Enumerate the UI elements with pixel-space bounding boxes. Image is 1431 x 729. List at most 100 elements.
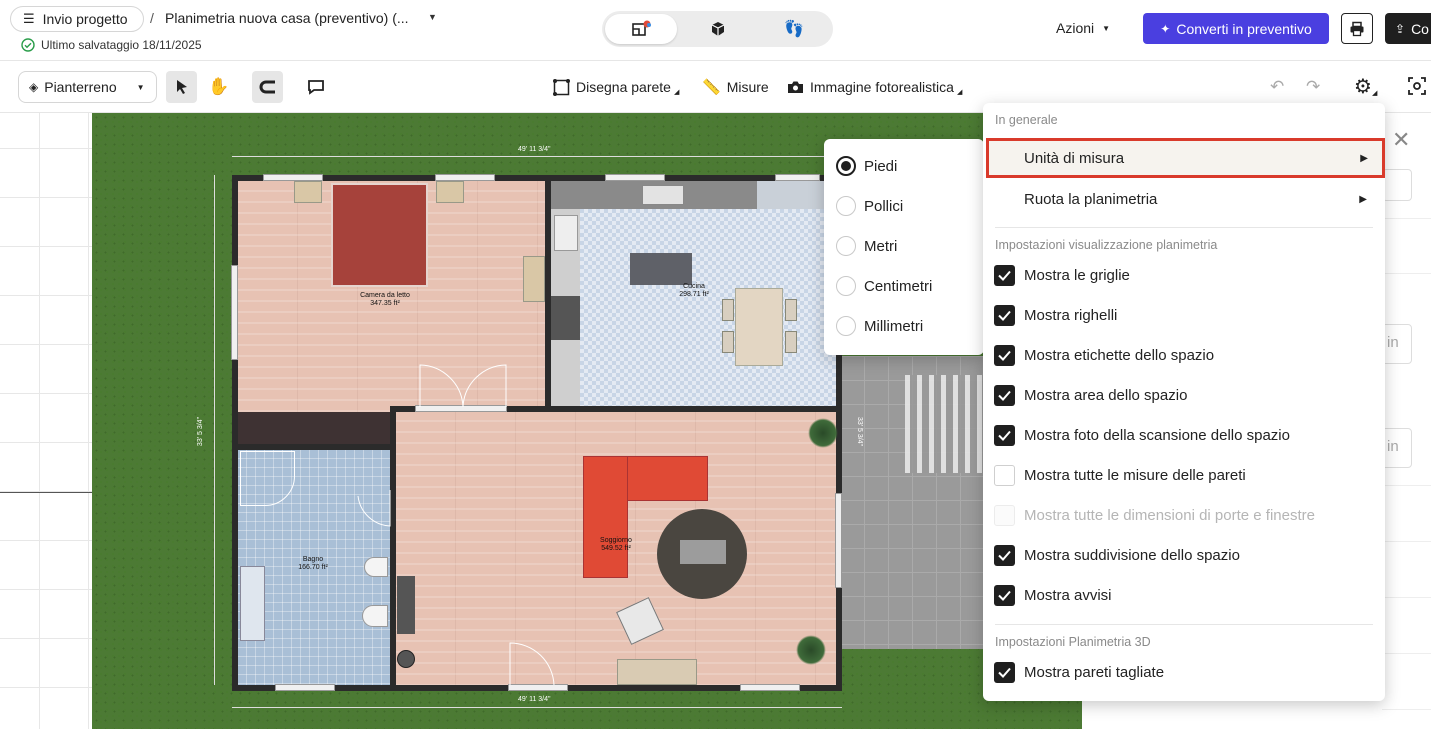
option-label: Mostra righelli bbox=[1024, 306, 1118, 324]
ruler-line bbox=[0, 492, 92, 493]
unit-suffix: in bbox=[1387, 334, 1399, 351]
unit-option-label: Pollici bbox=[864, 198, 904, 215]
draw-wall-label: Disegna parete bbox=[576, 79, 671, 95]
magnet-icon bbox=[259, 80, 275, 94]
option-show-scan-photos[interactable]: Mostra foto della scansione dello spazio bbox=[983, 415, 1385, 455]
nightstand bbox=[294, 181, 322, 203]
floor-selector[interactable]: ◈ Pianterreno ▼ bbox=[18, 71, 157, 103]
dimension-left: 33' 5 3/4" bbox=[197, 416, 205, 447]
pan-tool-button[interactable]: ✋ bbox=[205, 71, 233, 103]
checkbox-checked[interactable] bbox=[994, 661, 1015, 683]
option-show-cut-walls[interactable]: Mostra pareti tagliate bbox=[983, 652, 1385, 692]
rotate-plan-menu-item[interactable]: Ruota la planimetria ▶ bbox=[983, 179, 1385, 219]
printer-icon bbox=[1350, 21, 1364, 36]
convert-to-quote-button[interactable]: ✦ Converti in preventivo bbox=[1143, 13, 1329, 44]
section-display-heading: Impostazioni visualizzazione planimetria bbox=[995, 238, 1218, 252]
checkbox-checked[interactable] bbox=[994, 424, 1015, 446]
option-show-grids[interactable]: Mostra le griglie bbox=[983, 255, 1385, 295]
option-show-rulers[interactable]: Mostra righelli bbox=[983, 295, 1385, 335]
view-3d-button[interactable] bbox=[682, 14, 754, 44]
option-show-warnings[interactable]: Mostra avvisi bbox=[983, 575, 1385, 615]
kitchen-floor[interactable] bbox=[580, 209, 840, 409]
select-tool-button[interactable] bbox=[166, 71, 197, 103]
sofa bbox=[583, 456, 628, 578]
view-2d-button[interactable] bbox=[605, 14, 677, 44]
option-label: Mostra tutte le misure delle pareti bbox=[1024, 466, 1246, 484]
export-label: Co bbox=[1411, 20, 1429, 37]
checkbox-checked[interactable] bbox=[994, 584, 1015, 606]
dining-chair bbox=[785, 299, 797, 321]
dimension-top: 49' 11 3/4" bbox=[518, 146, 551, 153]
fit-view-button[interactable] bbox=[1408, 77, 1426, 100]
comment-icon bbox=[307, 80, 324, 95]
patio-furniture bbox=[905, 375, 983, 473]
room-label: Cucina 298.71 ft² bbox=[659, 283, 729, 299]
unit-suffix: in bbox=[1387, 438, 1399, 455]
window bbox=[263, 174, 323, 181]
print-button[interactable] bbox=[1341, 13, 1373, 44]
panel-input[interactable] bbox=[1382, 169, 1412, 201]
option-label: Mostra pareti tagliate bbox=[1024, 663, 1165, 681]
draw-wall-button[interactable]: Disegna parete ◢ bbox=[553, 71, 679, 103]
checkbox-checked[interactable] bbox=[994, 384, 1015, 406]
project-title[interactable]: Planimetria nuova casa (preventivo) (... bbox=[165, 10, 409, 26]
unit-option-centimetri[interactable]: Centimetri bbox=[824, 266, 984, 306]
breadcrumb-separator: / bbox=[150, 10, 154, 26]
plant bbox=[808, 418, 838, 448]
units-submenu: Piedi Pollici Metri Centimetri Millimetr… bbox=[824, 139, 984, 355]
wall-top bbox=[232, 175, 842, 181]
chevron-down-icon[interactable]: ▼ bbox=[428, 12, 437, 22]
actions-dropdown[interactable]: Azioni ▼ bbox=[1056, 20, 1110, 36]
measures-label: Misure bbox=[726, 79, 769, 95]
checkbox-unchecked[interactable] bbox=[994, 464, 1015, 486]
snap-tool-button[interactable] bbox=[252, 71, 283, 103]
hamburger-icon: ☰ bbox=[23, 11, 35, 26]
entry-door bbox=[509, 642, 555, 686]
dining-table bbox=[735, 288, 783, 366]
check-circle-icon bbox=[21, 38, 35, 52]
radio-unselected[interactable] bbox=[836, 276, 856, 296]
comment-tool-button[interactable] bbox=[300, 71, 331, 103]
photoreal-label: Immagine fotorealistica bbox=[810, 79, 954, 95]
unit-option-piedi[interactable]: Piedi bbox=[824, 146, 984, 186]
undo-icon[interactable]: ↶ bbox=[1270, 77, 1284, 97]
room-name: Camera da letto bbox=[360, 292, 410, 299]
stove-hood bbox=[554, 215, 578, 251]
radio-unselected[interactable] bbox=[836, 316, 856, 336]
wall-bath-top bbox=[232, 444, 392, 450]
unit-option-pollici[interactable]: Pollici bbox=[824, 186, 984, 226]
option-show-space-area[interactable]: Mostra area dello spazio bbox=[983, 375, 1385, 415]
checkbox-checked[interactable] bbox=[994, 544, 1015, 566]
checkbox-checked[interactable] bbox=[994, 264, 1015, 286]
checkbox-checked[interactable] bbox=[994, 304, 1015, 326]
room-name: Soggiorno bbox=[600, 537, 632, 544]
unit-option-millimetri[interactable]: Millimetri bbox=[824, 306, 984, 346]
dining-chair bbox=[722, 331, 734, 353]
bidet bbox=[364, 557, 388, 577]
photoreal-image-button[interactable]: Immagine fotorealistica ◢ bbox=[787, 71, 962, 103]
option-show-wall-measures[interactable]: Mostra tutte le misure delle pareti bbox=[983, 455, 1385, 495]
wall-left bbox=[232, 175, 238, 691]
dining-chair bbox=[722, 299, 734, 321]
radio-selected[interactable] bbox=[836, 156, 856, 176]
option-show-space-subdivision[interactable]: Mostra suddivisione dello spazio bbox=[983, 535, 1385, 575]
radio-unselected[interactable] bbox=[836, 236, 856, 256]
units-menu-item[interactable]: Unità di misura ▶ bbox=[986, 138, 1385, 178]
radio-unselected[interactable] bbox=[836, 196, 856, 216]
window bbox=[835, 493, 842, 588]
measures-button[interactable]: 📏 Misure bbox=[702, 71, 769, 103]
project-menu-button[interactable]: ☰ Invio progetto bbox=[10, 6, 144, 32]
unit-option-metri[interactable]: Metri bbox=[824, 226, 984, 266]
unit-option-label: Metri bbox=[864, 238, 898, 255]
settings-button[interactable]: ⚙ ◢ bbox=[1354, 77, 1377, 97]
view-walk-button[interactable]: 👣 bbox=[758, 14, 830, 44]
toilet bbox=[362, 605, 388, 627]
option-label: Mostra area dello spazio bbox=[1024, 386, 1188, 404]
checkbox-checked[interactable] bbox=[994, 344, 1015, 366]
room-name: Bagno bbox=[302, 556, 324, 563]
floor-drain bbox=[397, 650, 415, 668]
export-button[interactable]: ⇪ Co bbox=[1385, 13, 1431, 44]
close-icon[interactable]: ✕ bbox=[1392, 127, 1410, 153]
redo-icon[interactable]: ↷ bbox=[1306, 77, 1320, 97]
option-show-space-labels[interactable]: Mostra etichette dello spazio bbox=[983, 335, 1385, 375]
